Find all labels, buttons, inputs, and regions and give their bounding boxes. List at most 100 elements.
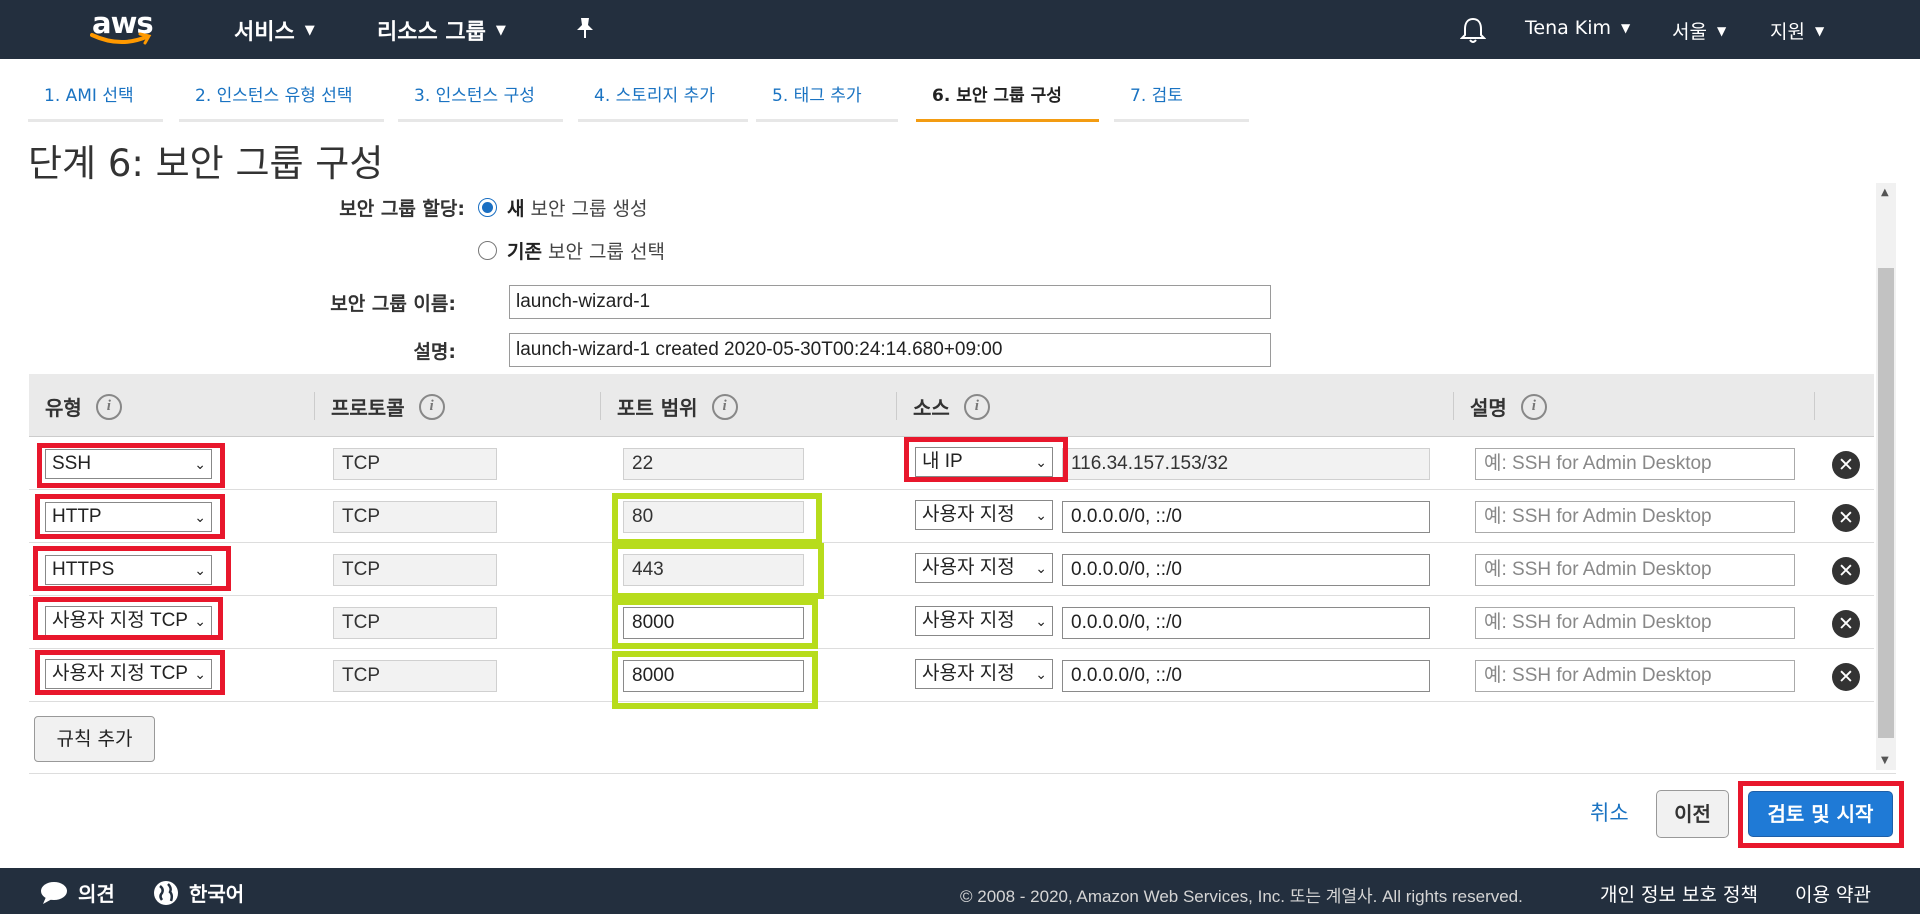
protocol-field: TCP bbox=[333, 607, 497, 639]
radio-unselected-icon bbox=[478, 241, 497, 260]
sg-name-label: 보안 그룹 이름: bbox=[330, 293, 456, 315]
cidr-field[interactable]: 0.0.0.0/0, ::/0 bbox=[1062, 501, 1430, 533]
protocol-field: TCP bbox=[333, 501, 497, 533]
copyright-text: © 2008 - 2020, Amazon Web Services, Inc.… bbox=[960, 887, 1523, 906]
protocol-field: TCP bbox=[333, 448, 497, 480]
scroll-up-icon[interactable]: ▲ bbox=[1881, 187, 1889, 198]
port-range-field: 22 bbox=[623, 448, 804, 480]
language-selector[interactable]: 한국어 bbox=[153, 878, 244, 907]
page-title: 단계 6: 보안 그룹 구성 bbox=[28, 142, 384, 185]
aws-logo[interactable]: aws bbox=[90, 6, 160, 51]
tab-step-4[interactable]: 4. 스토리지 추가 bbox=[578, 74, 748, 122]
scroll-down-icon[interactable]: ▼ bbox=[1881, 755, 1889, 766]
chat-bubble-icon bbox=[41, 881, 67, 904]
chevron-down-icon: ⌄ bbox=[1035, 613, 1047, 629]
footer: 의견 한국어 © 2008 - 2020, Amazon Web Service… bbox=[0, 868, 1920, 914]
top-nav: aws 서비스 ▼ 리소스 그룹 ▼ Tena Kim ▼ 서울 ▼ 지원 ▼ bbox=[0, 0, 1920, 59]
support-menu[interactable]: 지원 ▼ bbox=[1770, 17, 1824, 44]
info-icon[interactable]: i bbox=[711, 393, 738, 420]
chevron-down-icon: ⌄ bbox=[1035, 507, 1047, 523]
cidr-field[interactable]: 0.0.0.0/0, ::/0 bbox=[1062, 554, 1430, 586]
source-select[interactable]: 사용자 지정 ⌄ bbox=[915, 606, 1053, 636]
info-icon[interactable]: i bbox=[95, 393, 122, 420]
bell-icon[interactable] bbox=[1460, 16, 1486, 44]
rules-table-header: 유형 i 프로토콜 i 포트 범위 i 소스 i 설명 i bbox=[29, 374, 1874, 437]
sg-name-input[interactable]: launch-wizard-1 bbox=[509, 285, 1271, 319]
review-and-launch-button[interactable]: 검토 및 시작 bbox=[1748, 791, 1893, 837]
port-range-input[interactable]: 8000 bbox=[623, 660, 804, 692]
tab-step-6[interactable]: 6. 보안 그룹 구성 bbox=[916, 74, 1099, 122]
port-range-input[interactable]: 8000 bbox=[623, 607, 804, 639]
chevron-down-icon: ⌄ bbox=[1035, 666, 1047, 682]
tab-step-7[interactable]: 7. 검토 bbox=[1114, 74, 1249, 122]
terms-link[interactable]: 이용 약관 bbox=[1795, 880, 1871, 907]
info-icon[interactable]: i bbox=[418, 393, 445, 420]
chevron-down-icon: ⌄ bbox=[1035, 560, 1047, 576]
pin-icon[interactable] bbox=[574, 16, 596, 40]
delete-rule-icon[interactable]: ✕ bbox=[1832, 610, 1860, 638]
rule-description-input[interactable]: 예: SSH for Admin Desktop bbox=[1475, 607, 1795, 639]
privacy-policy-link[interactable]: 개인 정보 보호 정책 bbox=[1600, 880, 1758, 907]
resource-groups-menu[interactable]: 리소스 그룹 ▼ bbox=[377, 14, 506, 46]
sg-description-label: 설명: bbox=[413, 341, 456, 363]
col-protocol: 프로토콜 i bbox=[331, 392, 445, 421]
rule-description-input[interactable]: 예: SSH for Admin Desktop bbox=[1475, 554, 1795, 586]
chevron-down-icon: ⌄ bbox=[1035, 454, 1047, 470]
feedback-link[interactable]: 의견 bbox=[40, 878, 115, 907]
type-select[interactable]: 사용자 지정 TCP ⌄ bbox=[45, 606, 212, 636]
assign-label: 보안 그룹 할당: bbox=[339, 198, 465, 220]
user-menu[interactable]: Tena Kim ▼ bbox=[1525, 17, 1630, 39]
chevron-down-icon: ▼ bbox=[304, 22, 315, 38]
type-select[interactable]: HTTP ⌄ bbox=[45, 502, 212, 532]
table-row: HTTPS ⌄ TCP 443 사용자 지정 ⌄ 0.0.0.0/0, ::/0 예… bbox=[29, 543, 1874, 596]
divider bbox=[29, 773, 1896, 774]
chevron-down-icon: ▼ bbox=[495, 22, 506, 38]
delete-rule-icon[interactable]: ✕ bbox=[1832, 504, 1860, 532]
tab-step-3[interactable]: 3. 인스턴스 구성 bbox=[398, 74, 563, 122]
chevron-down-icon: ▼ bbox=[1814, 23, 1825, 38]
port-range-field: 80 bbox=[623, 501, 804, 533]
add-rule-button[interactable]: 규칙 추가 bbox=[34, 716, 155, 762]
cidr-field[interactable]: 0.0.0.0/0, ::/0 bbox=[1062, 607, 1430, 639]
chevron-down-icon: ⌄ bbox=[194, 613, 206, 629]
cidr-field[interactable]: 0.0.0.0/0, ::/0 bbox=[1062, 660, 1430, 692]
info-icon[interactable]: i bbox=[963, 393, 990, 420]
rule-description-input[interactable]: 예: SSH for Admin Desktop bbox=[1475, 448, 1795, 480]
type-select[interactable]: 사용자 지정 TCP ⌄ bbox=[45, 659, 212, 689]
protocol-field: TCP bbox=[333, 660, 497, 692]
col-description: 설명 i bbox=[1470, 392, 1547, 421]
cidr-field: 116.34.157.153/32 bbox=[1062, 448, 1430, 480]
chevron-down-icon: ⌄ bbox=[194, 666, 206, 682]
source-select[interactable]: 내 IP ⌄ bbox=[915, 447, 1053, 477]
previous-button[interactable]: 이전 bbox=[1656, 790, 1729, 838]
source-select[interactable]: 사용자 지정 ⌄ bbox=[915, 659, 1053, 689]
region-menu[interactable]: 서울 ▼ bbox=[1672, 17, 1726, 44]
type-select[interactable]: SSH ⌄ bbox=[45, 449, 212, 479]
aws-smile-icon bbox=[90, 32, 152, 45]
cancel-link[interactable]: 취소 bbox=[1590, 797, 1629, 827]
table-row: SSH ⌄ TCP 22 내 IP ⌄ 116.34.157.153/32 예: S… bbox=[29, 437, 1874, 490]
sg-description-input[interactable]: launch-wizard-1 created 2020-05-30T00:24… bbox=[509, 333, 1271, 367]
delete-rule-icon[interactable]: ✕ bbox=[1832, 663, 1860, 691]
delete-rule-icon[interactable]: ✕ bbox=[1832, 451, 1860, 479]
chevron-down-icon: ⌄ bbox=[194, 456, 206, 472]
tab-step-1[interactable]: 1. AMI 선택 bbox=[28, 74, 163, 122]
col-source: 소스 i bbox=[913, 392, 990, 421]
tab-step-5[interactable]: 5. 태그 추가 bbox=[756, 74, 898, 122]
services-menu[interactable]: 서비스 ▼ bbox=[234, 14, 315, 46]
radio-new-security-group[interactable]: 새 보안 그룹 생성 bbox=[478, 194, 647, 221]
delete-rule-icon[interactable]: ✕ bbox=[1832, 557, 1860, 585]
radio-existing-security-group[interactable]: 기존 보안 그룹 선택 bbox=[478, 237, 665, 264]
col-type: 유형 i bbox=[45, 392, 122, 421]
source-select[interactable]: 사용자 지정 ⌄ bbox=[915, 500, 1053, 530]
rule-description-input[interactable]: 예: SSH for Admin Desktop bbox=[1475, 501, 1795, 533]
rule-description-input[interactable]: 예: SSH for Admin Desktop bbox=[1475, 660, 1795, 692]
scroll-thumb[interactable] bbox=[1878, 268, 1894, 738]
info-icon[interactable]: i bbox=[1520, 393, 1547, 420]
source-select[interactable]: 사용자 지정 ⌄ bbox=[915, 553, 1053, 583]
table-row: HTTP ⌄ TCP 80 사용자 지정 ⌄ 0.0.0.0/0, ::/0 예: … bbox=[29, 490, 1874, 543]
table-row: 사용자 지정 TCP ⌄ TCP 8000 사용자 지정 ⌄ 0.0.0.0/0, … bbox=[29, 596, 1874, 649]
vertical-scrollbar[interactable]: ▲ ▼ bbox=[1876, 183, 1896, 770]
type-select[interactable]: HTTPS ⌄ bbox=[45, 555, 212, 585]
tab-step-2[interactable]: 2. 인스턴스 유형 선택 bbox=[179, 74, 384, 122]
